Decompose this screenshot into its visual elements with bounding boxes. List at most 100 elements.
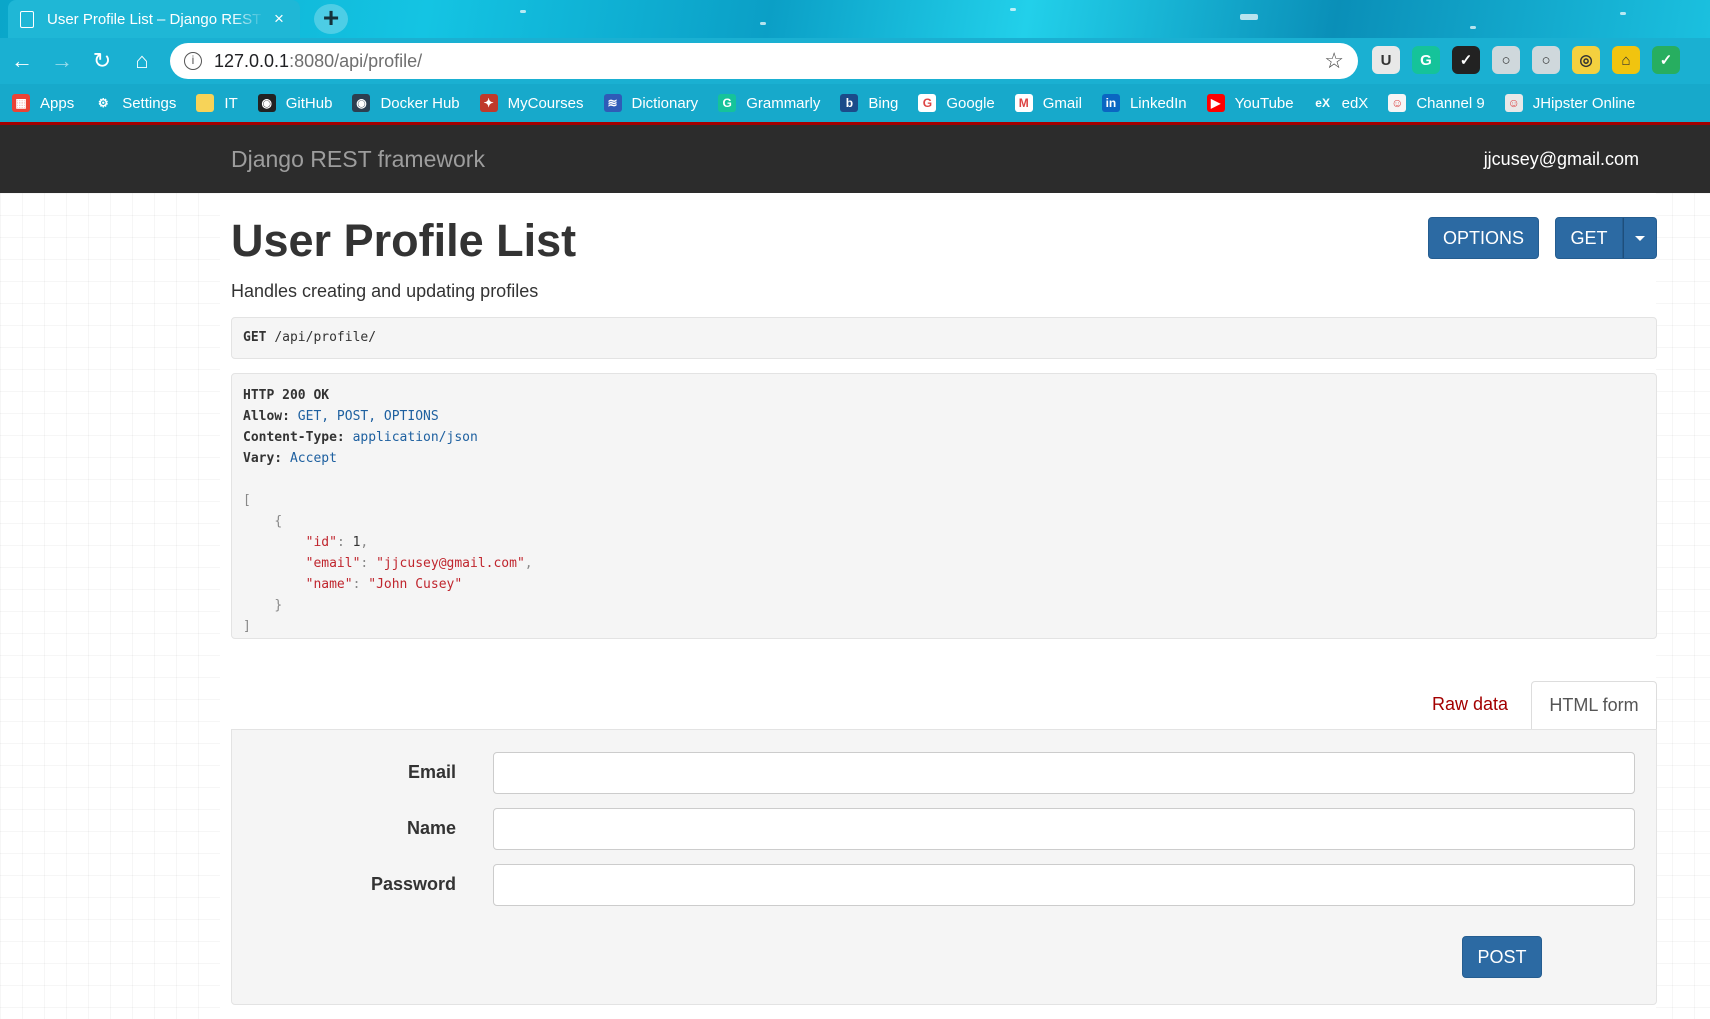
- background-speck: [1240, 14, 1258, 20]
- dictionary-icon: ≋: [603, 94, 622, 112]
- options-button[interactable]: OPTIONS: [1428, 217, 1539, 259]
- caret-down-icon: [1635, 235, 1645, 241]
- header-value-allow: GET, POST, OPTIONS: [297, 409, 439, 424]
- bookmark-docker-hub[interactable]: ◉ Docker Hub: [352, 94, 460, 112]
- edx-icon: eX: [1315, 96, 1330, 110]
- get-format-dropdown-button[interactable]: [1623, 217, 1657, 259]
- tab-title: User Profile List – Django REST framewor…: [47, 10, 264, 28]
- google-icon: G: [918, 94, 937, 112]
- bookmark-label: GitHub: [285, 94, 333, 112]
- new-tab-button[interactable]: +: [314, 4, 348, 34]
- bookmark-label: YouTube: [1234, 94, 1294, 112]
- json-key-name: "name": [305, 577, 353, 592]
- bookmark-bing[interactable]: b Bing: [840, 94, 898, 112]
- mycourses-icon: ✦: [479, 94, 498, 112]
- navbar-brand[interactable]: Django REST framework: [231, 146, 485, 173]
- linkedin-icon: in: [1101, 94, 1120, 112]
- bookmark-edx[interactable]: eX edX: [1314, 94, 1368, 112]
- bookmark-it[interactable]: IT: [196, 94, 238, 112]
- bookmark-label: Docker Hub: [380, 94, 460, 112]
- bookmark-label: Gmail: [1042, 94, 1082, 112]
- bookmark-channel-9[interactable]: ☺ Channel 9: [1388, 94, 1485, 112]
- bookmark-apps[interactable]: ▦ Apps: [12, 94, 74, 112]
- site-info-icon[interactable]: i: [184, 52, 202, 70]
- folder-icon: [196, 94, 215, 112]
- form-row-password: Password: [232, 864, 1658, 906]
- name-label: Name: [406, 818, 456, 838]
- background-speck: [520, 10, 526, 13]
- bookmark-label: Dictionary: [631, 94, 699, 112]
- header-key-allow: Allow:: [243, 409, 290, 424]
- drf-navbar: Django REST framework jjcusey@gmail.com: [0, 125, 1710, 193]
- request-info: GET /api/profile/: [231, 317, 1657, 359]
- address-bar[interactable]: i 127.0.0.1:8080/api/profile/ ☆: [170, 43, 1358, 79]
- grammarly-icon: G: [718, 94, 737, 112]
- bookmark-github[interactable]: ◉ GitHub: [257, 94, 333, 112]
- name-field[interactable]: [493, 808, 1635, 850]
- channel9-icon: ☺: [1388, 94, 1407, 112]
- ublock-icon[interactable]: U: [1372, 46, 1400, 74]
- github-icon: ◉: [257, 94, 276, 112]
- apps-grid-icon: ▦: [12, 94, 30, 112]
- bookmark-linkedin[interactable]: in LinkedIn: [1101, 94, 1187, 112]
- todo-check-icon[interactable]: ✓: [1452, 46, 1480, 74]
- bookmark-settings[interactable]: ⚙ Settings: [94, 94, 177, 112]
- browser-tabstrip: User Profile List – Django REST framewor…: [0, 0, 1710, 38]
- gear-icon: ⚙: [97, 96, 109, 110]
- bookmark-grammarly[interactable]: G Grammarly: [718, 94, 820, 112]
- tab-close-icon[interactable]: ×: [270, 9, 288, 29]
- response-info: HTTP 200 OK Allow: GET, POST, OPTIONS Co…: [231, 373, 1657, 639]
- background-speck: [760, 22, 766, 25]
- tab-html-form[interactable]: HTML form: [1531, 681, 1657, 730]
- json-key-email: "email": [305, 556, 361, 571]
- background-speck: [1470, 26, 1476, 29]
- header-key-vary: Vary:: [243, 451, 283, 466]
- email-field[interactable]: [493, 752, 1635, 794]
- tab-raw-data[interactable]: Raw data: [1432, 694, 1508, 715]
- magnifier-ext-icon[interactable]: ◎: [1572, 46, 1600, 74]
- bookmarks-bar: ▦ Apps ⚙ Settings IT ◉ GitHub ◉ Docker Hub ✦ MyCou…: [0, 84, 1710, 122]
- json-value-email: "jjcusey@gmail.com": [376, 556, 525, 571]
- jhipster-icon: ☺: [1504, 94, 1523, 112]
- forward-button[interactable]: →: [42, 41, 82, 81]
- bookmark-google[interactable]: G Google: [918, 94, 995, 112]
- bookmark-label: JHipster Online: [1532, 94, 1636, 112]
- bookmark-label: Settings: [122, 94, 177, 112]
- background-speck: [1620, 12, 1626, 15]
- browser-toolbar: ← → ↻ ⌂ i 127.0.0.1:8080/api/profile/ ☆ …: [0, 38, 1710, 84]
- email-label: Email: [407, 762, 456, 782]
- bookmark-gmail[interactable]: M Gmail: [1014, 94, 1082, 112]
- form-row-name: Name: [232, 808, 1658, 850]
- get-button[interactable]: GET: [1555, 217, 1623, 259]
- home-ext-icon[interactable]: ⌂: [1612, 46, 1640, 74]
- request-path: /api/profile/: [274, 330, 377, 345]
- browser-tab-active[interactable]: User Profile List – Django REST framewor…: [8, 0, 300, 38]
- circle-ext-icon[interactable]: ○: [1492, 46, 1520, 74]
- bookmark-youtube[interactable]: ▶ YouTube: [1206, 94, 1294, 112]
- bookmark-label: Bing: [868, 94, 899, 112]
- docker-icon: ◉: [352, 94, 371, 112]
- post-button[interactable]: POST: [1462, 936, 1542, 978]
- header-value-vary: Accept: [289, 451, 337, 466]
- bookmark-label: Grammarly: [746, 94, 821, 112]
- page-icon: [20, 10, 34, 28]
- reload-button[interactable]: ↻: [82, 41, 122, 81]
- bookmark-dictionary[interactable]: ≋ Dictionary: [603, 94, 699, 112]
- navbar-user-menu[interactable]: jjcusey@gmail.com: [1484, 149, 1639, 170]
- bookmark-label: Google: [946, 94, 995, 112]
- bookmark-mycourses[interactable]: ✦ MyCourses: [479, 94, 584, 112]
- password-field[interactable]: [493, 864, 1635, 906]
- page-title: User Profile List: [231, 215, 577, 266]
- bookmark-star-icon[interactable]: ☆: [1324, 48, 1344, 74]
- form-row-email: Email: [232, 752, 1658, 794]
- circle-ext-2-icon[interactable]: ○: [1532, 46, 1560, 74]
- bookmark-label: MyCourses: [507, 94, 584, 112]
- back-button[interactable]: ←: [2, 41, 42, 81]
- bing-icon: b: [840, 94, 859, 112]
- green-check-icon[interactable]: ✓: [1652, 46, 1680, 74]
- home-button[interactable]: ⌂: [122, 41, 162, 81]
- extension-icons: U G ✓ ○ ○ ◎ ⌂ ✓: [1372, 46, 1680, 74]
- content-area: User Profile List Handles creating and u…: [220, 193, 1658, 1019]
- bookmark-jhipster-online[interactable]: ☺ JHipster Online: [1504, 94, 1636, 112]
- grammarly-ext-icon[interactable]: G: [1412, 46, 1440, 74]
